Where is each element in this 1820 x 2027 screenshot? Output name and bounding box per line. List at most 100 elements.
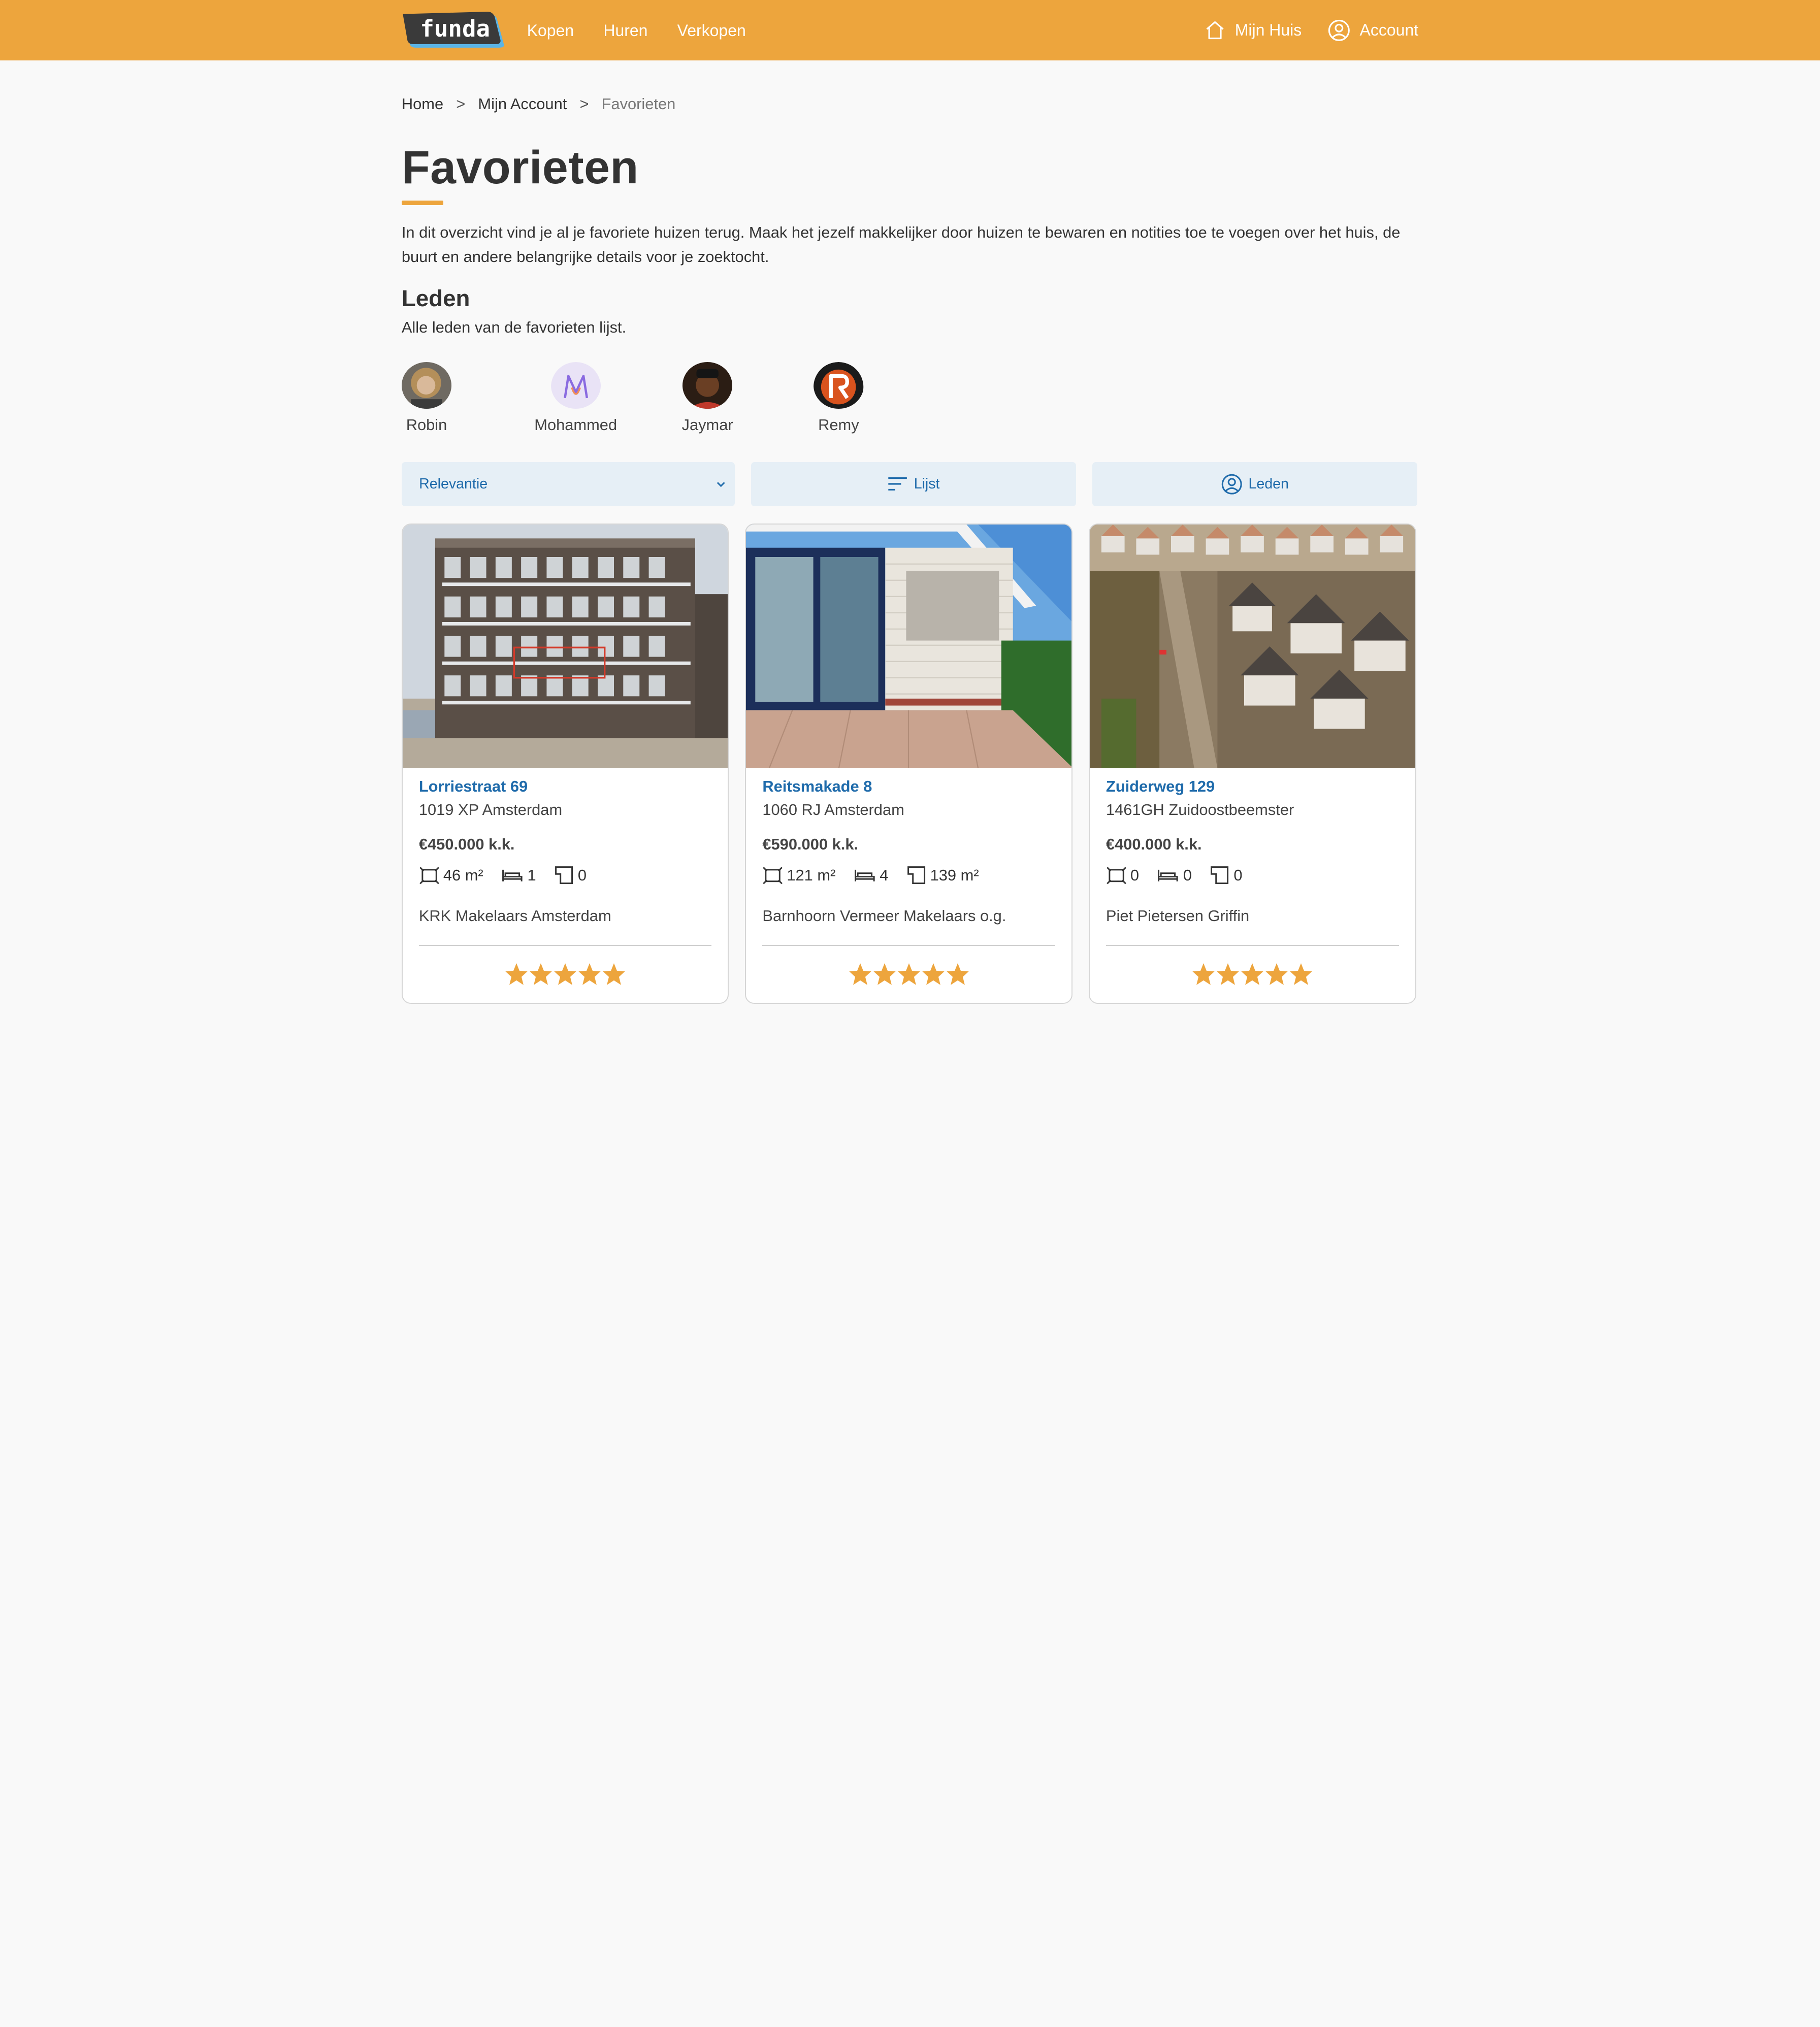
listing-street[interactable]: Reitsmakade 8 [762, 777, 1055, 796]
listing-price: €590.000 k.k. [762, 835, 859, 853]
listing-features: 0 0 0 [1106, 865, 1399, 886]
star-icon[interactable] [872, 962, 897, 986]
bedrooms: 1 [501, 866, 536, 885]
bedrooms: 0 [1156, 866, 1192, 885]
plot-icon [1211, 866, 1229, 885]
star-icon[interactable] [1216, 962, 1240, 986]
list-view-label: Lijst [914, 475, 940, 492]
list-view-button[interactable]: Lijst [751, 462, 1076, 506]
funda-logo[interactable]: funda [402, 11, 504, 49]
living-area-value: 46 m² [443, 866, 483, 884]
living-area: 46 m² [419, 866, 483, 885]
breadcrumb-current: Favorieten [601, 95, 676, 113]
my-home-link[interactable]: Mijn Huis [1205, 20, 1302, 41]
member-jaymar[interactable]: Jaymar [681, 362, 733, 434]
bedrooms-value: 4 [880, 866, 889, 884]
listing-features: 121 m² 4 139 m² [762, 865, 1055, 886]
members-list: Robin Mohammed Jaymar Remy [401, 362, 1418, 434]
rating-stars[interactable] [419, 962, 712, 986]
nav-verkopen[interactable]: Verkopen [677, 21, 746, 40]
listing-price: €400.000 k.k. [1106, 835, 1202, 853]
breadcrumb: Home > Mijn Account > Favorieten [402, 95, 1418, 113]
house-icon [1206, 21, 1224, 40]
star-icon[interactable] [946, 962, 970, 986]
rating-stars[interactable] [762, 962, 1055, 986]
plot-area-value: 0 [577, 866, 587, 884]
star-icon[interactable] [602, 962, 626, 986]
area-icon [1107, 866, 1126, 884]
nav-kopen[interactable]: Kopen [527, 21, 574, 40]
top-navigation-bar: funda Kopen Huren Verkopen Mijn Huis Acc… [0, 0, 1820, 60]
breadcrumb-separator: > [456, 95, 466, 113]
star-icon[interactable] [1264, 962, 1289, 986]
plot-area-value: 139 m² [930, 866, 979, 884]
listing-agent: Barnhoorn Vermeer Makelaars o.g. [762, 906, 1006, 925]
star-icon[interactable] [848, 962, 872, 986]
star-icon[interactable] [1240, 962, 1264, 986]
listing-card[interactable]: Zuiderweg 129 1461GH Zuidoostbeemster €4… [1088, 524, 1416, 1004]
living-area: 121 m² [762, 866, 835, 885]
listing-price: €450.000 k.k. [418, 835, 515, 853]
page-title: Favorieten [401, 142, 639, 194]
page: funda Kopen Huren Verkopen Mijn Huis Acc… [0, 0, 1820, 1013]
favorites-grid: Lorriestraat 69 1019 XP Amsterdam €450.0… [401, 524, 1418, 1004]
star-icon[interactable] [504, 962, 529, 986]
user-circle-icon [1328, 19, 1350, 41]
sort-select[interactable]: Relevantie [401, 462, 735, 506]
member-mohammed[interactable]: Mohammed [532, 362, 620, 434]
main-nav: Kopen Huren Verkopen [527, 19, 770, 41]
listing-card[interactable]: Reitsmakade 8 1060 RJ Amsterdam €590.000… [745, 524, 1072, 1004]
listing-photo[interactable] [746, 525, 1071, 769]
plot-area-value: 0 [1233, 866, 1243, 884]
star-icon[interactable] [1191, 962, 1216, 986]
plot-icon [555, 866, 573, 885]
listing-features: 46 m² 1 0 [419, 865, 712, 886]
user-nav: Mijn Huis Account [1179, 19, 1418, 42]
plot-area: 0 [554, 865, 587, 886]
account-label: Account [1359, 20, 1419, 39]
plot-icon [907, 866, 925, 885]
plot-area: 139 m² [906, 865, 979, 886]
star-icon[interactable] [921, 962, 946, 986]
star-icon[interactable] [897, 962, 921, 986]
member-remy[interactable]: Remy [814, 362, 864, 434]
star-icon[interactable] [529, 962, 553, 986]
member-robin[interactable]: Robin [401, 362, 452, 434]
avatar [401, 362, 452, 409]
listing-photo[interactable] [402, 525, 728, 769]
member-name: Jaymar [681, 416, 733, 434]
list-filter-icon [888, 477, 907, 491]
listing-postal: 1060 RJ Amsterdam [762, 800, 904, 819]
bedrooms: 4 [853, 866, 889, 885]
listing-agent: KRK Makelaars Amsterdam [418, 906, 611, 925]
intro-text: In dit overzicht vind je al je favoriete… [401, 223, 1401, 266]
star-icon[interactable] [577, 962, 602, 986]
breadcrumb-separator: > [579, 95, 589, 113]
living-area-value: 0 [1130, 866, 1140, 884]
star-icon[interactable] [553, 962, 577, 986]
bed-icon [1158, 869, 1178, 881]
star-icon[interactable] [1289, 962, 1313, 986]
rating-stars[interactable] [1106, 962, 1399, 986]
divider [762, 944, 1055, 946]
members-button[interactable]: Leden [1092, 462, 1417, 506]
living-area: 0 [1106, 866, 1139, 885]
nav-huren[interactable]: Huren [603, 21, 647, 40]
member-name: Remy [818, 416, 859, 434]
breadcrumb-account[interactable]: Mijn Account [478, 95, 567, 113]
members-button-label: Leden [1248, 475, 1289, 492]
breadcrumb-home[interactable]: Home [402, 95, 443, 113]
bed-icon [502, 869, 523, 881]
listing-card[interactable]: Lorriestraat 69 1019 XP Amsterdam €450.0… [401, 524, 729, 1004]
avatar [550, 362, 601, 409]
listing-street[interactable]: Zuiderweg 129 [1106, 777, 1399, 796]
divider [418, 944, 712, 946]
account-link[interactable]: Account [1327, 19, 1419, 42]
listing-photo[interactable] [1089, 525, 1415, 769]
sort-selected-value: Relevantie [419, 475, 488, 492]
listing-agent: Piet Pietersen Griffin [1106, 906, 1250, 925]
divider [1106, 944, 1399, 946]
main-content: Home > Mijn Account > Favorieten Favorie… [401, 60, 1418, 1004]
listing-street[interactable]: Lorriestraat 69 [419, 777, 712, 796]
area-icon [419, 866, 439, 884]
